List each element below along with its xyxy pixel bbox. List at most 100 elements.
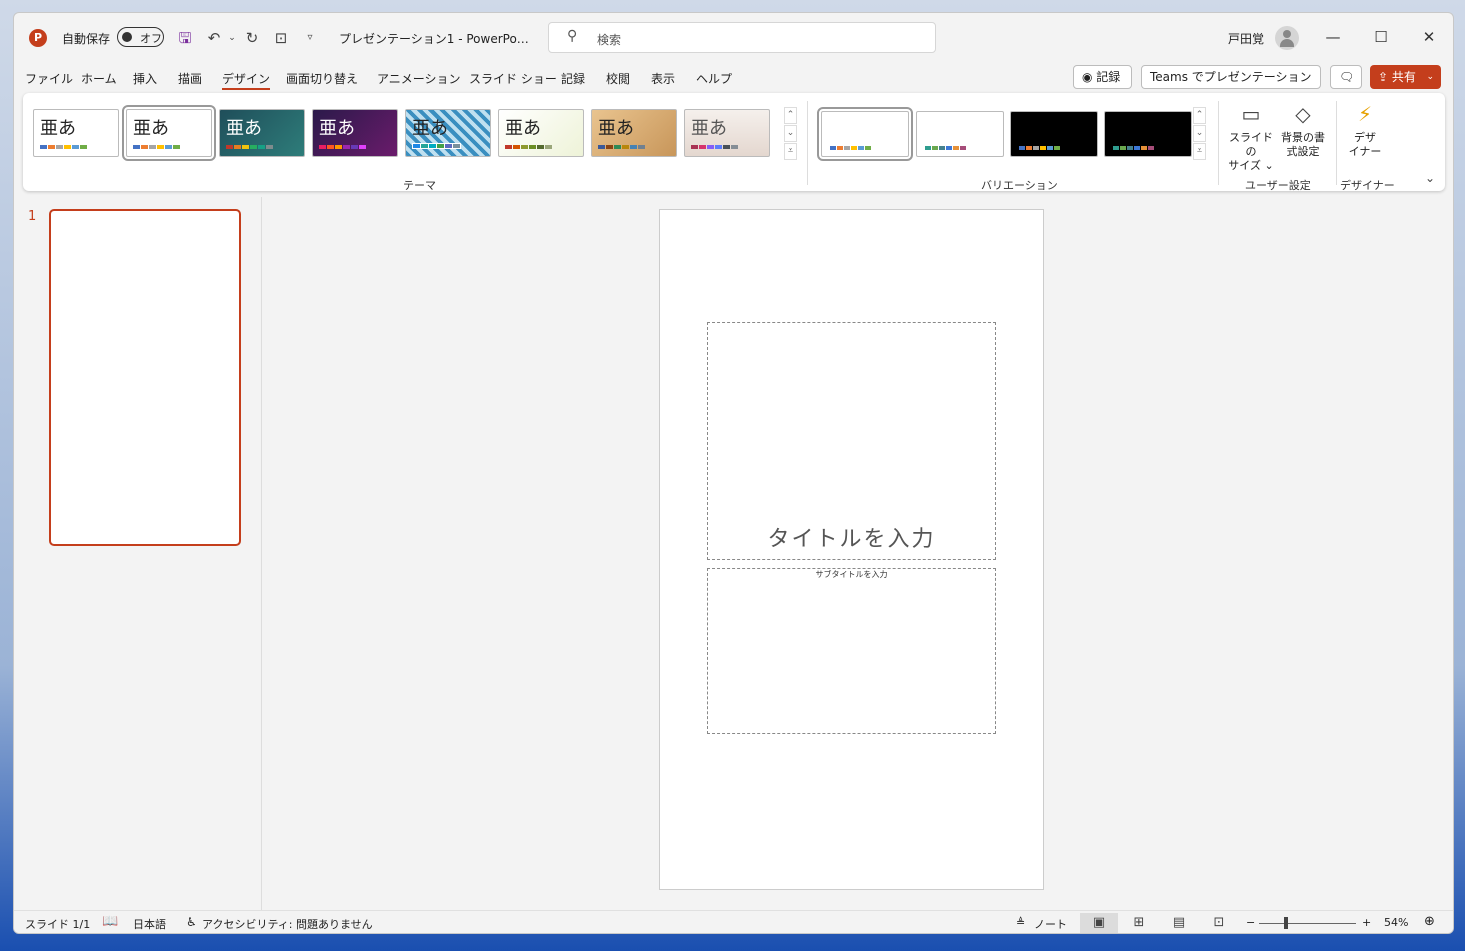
theme-colors xyxy=(226,145,273,149)
variation-scroll-down[interactable]: ⌄ xyxy=(1193,125,1206,142)
variation-colors xyxy=(1113,146,1154,150)
zoom-in-button[interactable]: + xyxy=(1362,916,1371,929)
autosave-toggle[interactable]: オフ xyxy=(117,27,164,47)
slideshow-button[interactable]: ⊡ xyxy=(1200,913,1238,933)
theme-sample-text: 亜あ xyxy=(319,118,355,139)
tab-transitions[interactable]: 画面切り替え xyxy=(286,70,358,87)
theme-purple[interactable]: 亜あ xyxy=(312,109,398,157)
comment-icon: 🗨 xyxy=(1339,70,1355,84)
fit-to-window-icon[interactable]: ⊕ xyxy=(1424,914,1435,929)
close-button[interactable]: ✕ xyxy=(1406,23,1452,51)
notes-button[interactable]: ノート xyxy=(1034,916,1067,932)
slide-thumbnail[interactable] xyxy=(49,209,241,546)
undo-dropdown-icon[interactable]: ⌄ xyxy=(221,27,243,49)
designer-label: デザ xyxy=(1354,131,1376,144)
theme-pink[interactable]: 亜あ xyxy=(684,109,770,157)
theme-pattern[interactable]: 亜あ xyxy=(405,109,491,157)
chevron-down-icon: ⌄ xyxy=(1426,72,1434,82)
variation-4[interactable] xyxy=(1104,111,1192,157)
zoom-slider-thumb[interactable] xyxy=(1284,917,1288,929)
save-icon[interactable]: 🖫 xyxy=(174,27,196,49)
theme-sample-text: 亜あ xyxy=(40,118,76,139)
tab-file[interactable]: ファイル xyxy=(25,70,73,87)
variation-more[interactable]: ⩡ xyxy=(1193,143,1206,160)
gallery-scroll-up[interactable]: ⌃ xyxy=(784,107,797,124)
record-button[interactable]: ◉ 記録 xyxy=(1073,65,1132,89)
notes-icon: ≜ xyxy=(1016,916,1026,929)
variation-scroll-up[interactable]: ⌃ xyxy=(1193,107,1206,124)
theme-office-selected[interactable]: 亜あ xyxy=(122,105,216,161)
theme-office[interactable]: 亜あ xyxy=(33,109,119,157)
title-placeholder[interactable]: タイトルを入力 xyxy=(707,322,996,560)
theme-teal[interactable]: 亜あ xyxy=(219,109,305,157)
slide-size-button[interactable]: ▭ スライドの サイズ ⌄ xyxy=(1224,101,1278,173)
reading-view-button[interactable]: ▤ xyxy=(1160,913,1198,933)
slide-sorter-button[interactable]: ⊞ xyxy=(1120,913,1158,933)
slide-counter: スライド 1/1 xyxy=(25,918,91,931)
variation-1[interactable] xyxy=(817,107,913,161)
format-background-label-2: 式設定 xyxy=(1286,145,1320,158)
theme-colors xyxy=(691,145,738,149)
theme-wood[interactable]: 亜あ xyxy=(591,109,677,157)
slide-size-label: スライドの xyxy=(1229,131,1273,158)
tab-review[interactable]: 校閲 xyxy=(606,70,630,87)
minimize-button[interactable]: — xyxy=(1310,23,1356,51)
share-button[interactable]: ⇪ 共有 ⌄ xyxy=(1370,65,1441,89)
avatar[interactable] xyxy=(1275,26,1299,50)
theme-colors xyxy=(412,143,461,149)
zoom-percent[interactable]: 54% xyxy=(1384,916,1408,929)
zoom-out-button[interactable]: − xyxy=(1246,916,1255,929)
designer-label-2: イナー xyxy=(1348,145,1382,158)
search-input[interactable]: ⚲ 検索 xyxy=(548,22,936,53)
comments-button[interactable]: 🗨 xyxy=(1330,65,1362,89)
group-divider xyxy=(1218,101,1219,185)
title-placeholder-text: タイトルを入力 xyxy=(767,527,936,552)
theme-colors xyxy=(598,145,645,149)
variation-colors xyxy=(1019,146,1060,150)
theme-colors xyxy=(40,145,87,149)
gallery-more[interactable]: ⩡ xyxy=(784,143,797,160)
tab-view[interactable]: 表示 xyxy=(651,70,675,87)
tab-home[interactable]: ホーム xyxy=(81,70,117,87)
collapse-ribbon-icon[interactable]: ⌄ xyxy=(1425,171,1435,185)
accessibility-status[interactable]: アクセシビリティ: 問題ありません xyxy=(202,916,373,932)
tab-animations[interactable]: アニメーション xyxy=(377,70,461,87)
slide-canvas[interactable]: タイトルを入力 サブタイトルを入力 xyxy=(659,209,1044,890)
user-name[interactable]: 戸田覚 xyxy=(1228,30,1264,47)
maximize-button[interactable]: ☐ xyxy=(1358,23,1404,51)
zoom-slider[interactable] xyxy=(1259,923,1356,924)
designer-button[interactable]: ⚡ デザ イナー xyxy=(1338,101,1392,159)
theme-green-light[interactable]: 亜あ xyxy=(498,109,584,157)
theme-colors xyxy=(133,145,180,149)
variation-2[interactable] xyxy=(916,111,1004,157)
redo-icon[interactable]: ↻ xyxy=(241,27,263,49)
theme-colors xyxy=(505,145,552,149)
tab-record[interactable]: 記録 xyxy=(561,70,585,87)
normal-view-button[interactable]: ▣ xyxy=(1080,913,1118,933)
variations-group-label: バリエーション xyxy=(981,179,1058,192)
customize-qat-icon[interactable]: ▿ xyxy=(299,27,321,49)
spelling-icon[interactable]: 📖 xyxy=(102,914,118,929)
ribbon-design: 亜あ 亜あ 亜あ 亜あ 亜あ 亜あ 亜あ 亜あ ⌃ ⌄ ⩡ テーマ ⌃ ⌄ ⩡ … xyxy=(23,93,1445,192)
variation-3[interactable] xyxy=(1010,111,1098,157)
status-bar: スライド 1/1 📖 日本語 ♿ アクセシビリティ: 問題ありません ≜ ノート… xyxy=(14,910,1453,933)
title-bar: P 自動保存 オフ 🖫 ↶ ⌄ ↻ ⊡ ▿ プレゼンテーション1 - Power… xyxy=(14,13,1453,63)
theme-sample-text: 亜あ xyxy=(691,118,727,139)
tab-slideshow[interactable]: スライド ショー xyxy=(469,70,557,87)
format-background-icon: ◇ xyxy=(1295,102,1311,126)
autosave-state: オフ xyxy=(140,32,162,45)
subtitle-placeholder[interactable]: サブタイトルを入力 xyxy=(707,568,996,734)
tab-design[interactable]: デザイン xyxy=(222,70,271,90)
tab-help[interactable]: ヘルプ xyxy=(696,70,732,87)
accessibility-icon: ♿ xyxy=(186,915,197,929)
gallery-scroll-down[interactable]: ⌄ xyxy=(784,125,797,142)
format-background-button[interactable]: ◇ 背景の書 式設定 xyxy=(1276,101,1330,159)
teams-present-button[interactable]: Teams でプレゼンテーション xyxy=(1141,65,1321,89)
tab-insert[interactable]: 挿入 xyxy=(133,70,157,87)
language-status[interactable]: 日本語 xyxy=(133,916,166,932)
tab-draw[interactable]: 描画 xyxy=(178,70,202,87)
group-divider xyxy=(1336,101,1337,185)
format-background-label: 背景の書 xyxy=(1281,131,1325,144)
group-divider xyxy=(807,101,808,185)
present-from-start-icon[interactable]: ⊡ xyxy=(270,27,292,49)
